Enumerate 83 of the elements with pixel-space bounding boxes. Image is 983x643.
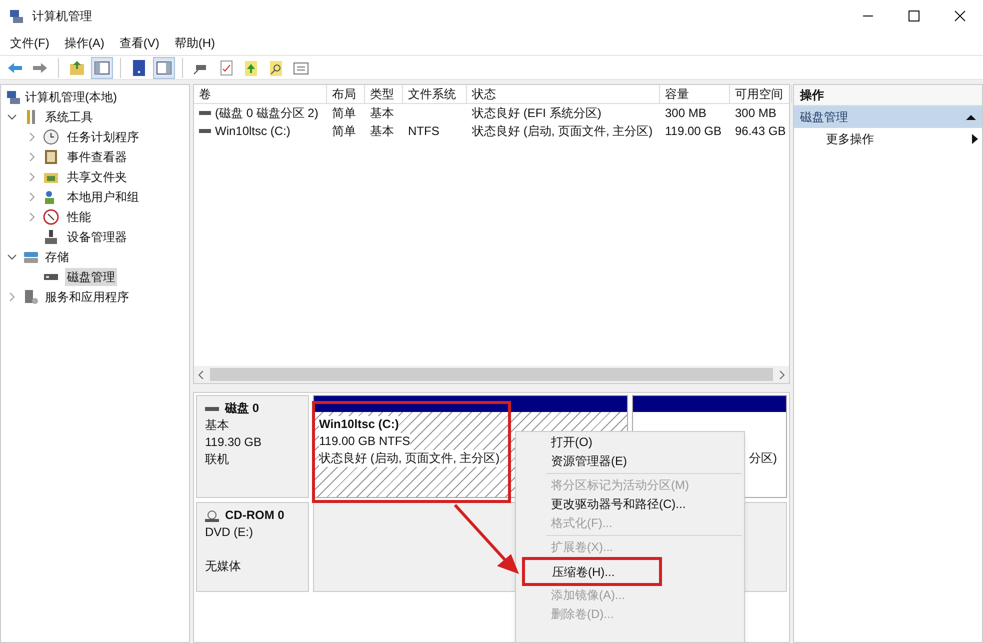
context-menu-item[interactable]: 压缩卷(H)... [522,557,662,586]
disk-info[interactable]: CD-ROM 0 DVD (E:) 无媒体 [196,502,309,592]
column-header[interactable]: 文件系统 [403,85,467,103]
tree-item[interactable]: 服务和应用程序 [45,288,129,306]
disk-name: 磁盘 0 [225,400,260,417]
drive-icon [205,404,219,412]
column-header[interactable]: 卷 [194,85,327,103]
disk-detail: 119.30 GB [205,434,262,451]
column-header[interactable]: 状态 [467,85,660,103]
action-item[interactable]: 更多操作 [794,128,982,150]
table-cell-text: 简单 [332,105,356,122]
collapsed-chevron-icon[interactable] [27,152,37,162]
collapsed-chevron-icon[interactable] [27,212,37,222]
cd-drive-icon [205,510,219,522]
menu-item[interactable]: 文件(F) [4,34,56,52]
scrollbar-thumb[interactable] [210,368,773,381]
table-cell-text: 状态良好 (启动, 页面文件, 主分区) [472,123,653,140]
actions-section[interactable]: 磁盘管理 [794,106,982,128]
table-cell-text: (磁盘 0 磁盘分区 2) [215,105,318,122]
computer-icon [8,8,24,24]
disk-info[interactable]: 磁盘 0 基本 119.30 GB 联机 [196,395,309,498]
context-menu-item[interactable]: 打开(O) [551,433,592,452]
table-cell-text: 基本 [370,105,394,122]
storage-icon [23,249,39,265]
drive-icon [199,110,211,116]
collapsed-chevron-icon[interactable] [7,292,17,302]
annotation-arrow [452,503,520,575]
context-menu-item[interactable]: 资源管理器(E) [551,452,627,471]
tree-item[interactable]: 存储 [45,248,69,266]
context-menu-item[interactable]: 更改驱动器号和路径(C)... [551,495,686,514]
tree-item[interactable]: 任务计划程序 [65,128,141,146]
panel2-toolbar-icon[interactable] [153,56,175,78]
menu-item[interactable]: 操作(A) [58,34,110,52]
tree-item[interactable]: 计算机管理(本地) [25,88,117,106]
clock-icon [43,129,59,145]
tree-item[interactable]: 设备管理器 [65,228,129,246]
disk-name: CD-ROM 0 [225,507,284,524]
expanded-chevron-icon[interactable] [7,252,17,262]
services-icon [23,289,39,305]
menu-item[interactable]: 查看(V) [113,34,166,52]
table-cell-text: 基本 [370,123,394,140]
tree-item[interactable]: 本地用户和组 [65,188,141,206]
disk-detail: 基本 [205,417,230,434]
tree-item[interactable]: 磁盘管理 [65,268,117,286]
tree-item[interactable]: 性能 [65,208,93,226]
partition-size: 119.00 GB NTFS [319,433,410,450]
partition-status: 状态良好 (启动, 页面文件, 主分区) [319,450,500,467]
table-cell-text: NTFS [408,123,440,140]
computer-icon [5,89,21,105]
collapse-icon[interactable] [966,113,976,121]
tree-item[interactable]: 共享文件夹 [65,168,129,186]
table-cell-text: 状态良好 (EFI 系统分区) [472,105,602,122]
disk-detail: 联机 [205,451,230,468]
disk-detail: DVD (E:) [205,524,254,541]
tree-item[interactable]: 系统工具 [45,108,93,126]
collapsed-chevron-icon[interactable] [27,192,37,202]
gauge-icon [43,209,59,225]
column-header[interactable]: 类型 [365,85,403,103]
window-title: 计算机管理 [32,8,92,24]
table-cell-text: 96.43 GB [735,123,786,140]
table-cell-text: 300 MB [665,105,706,122]
table-cell-text: 简单 [332,123,356,140]
column-header[interactable]: 可用空间 [730,85,792,103]
device-icon [43,229,59,245]
table-cell-text: 119.00 GB [665,123,722,140]
expanded-chevron-icon[interactable] [7,112,17,122]
disk-detail: 无媒体 [205,558,242,575]
submenu-arrow-icon[interactable] [972,134,978,144]
table-cell-text: 300 MB [735,105,776,122]
collapsed-chevron-icon[interactable] [27,132,37,142]
column-header[interactable]: 容量 [660,85,730,103]
panel-toolbar-icon[interactable] [91,56,113,78]
drive-icon [199,128,211,134]
horizontal-scrollbar[interactable] [194,366,789,383]
actions-header: 操作 [794,85,982,106]
collapsed-chevron-icon[interactable] [27,172,37,182]
partition-name: Win10ltsc (C:) [319,416,399,433]
menu-item[interactable]: 帮助(H) [168,34,221,52]
log-icon [43,149,59,165]
tree-item[interactable]: 事件查看器 [65,148,129,166]
table-cell-text: Win10ltsc (C:) [215,123,290,140]
partition-status: 分区) [749,450,777,467]
column-header[interactable]: 布局 [327,85,365,103]
